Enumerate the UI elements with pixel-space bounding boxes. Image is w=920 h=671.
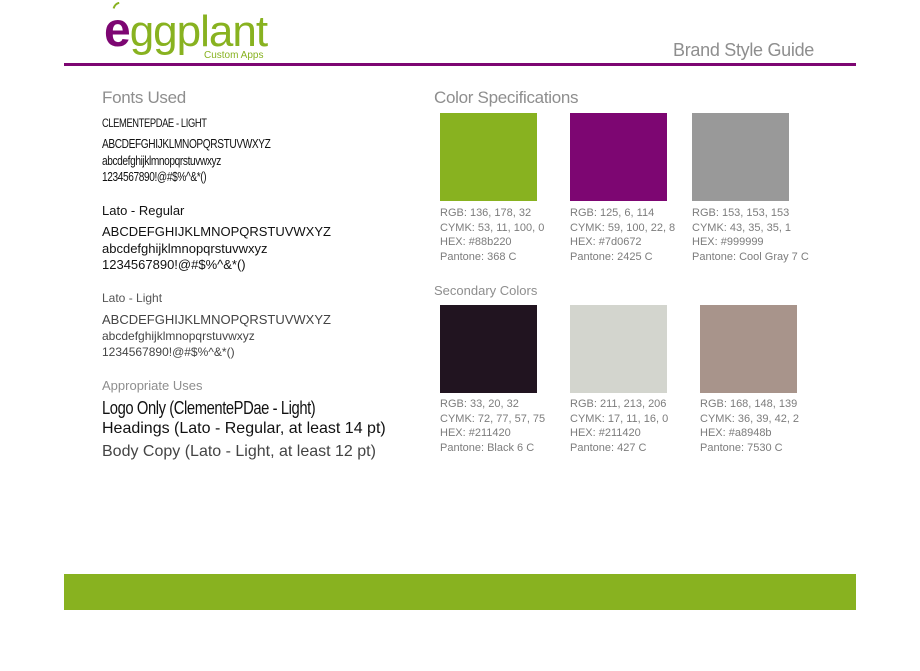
secondary-colors-title: Secondary Colors xyxy=(434,283,538,298)
color-specs: RGB: 211, 213, 206 CYMK: 17, 11, 16, 0 H… xyxy=(570,397,668,455)
rgb-value: RGB: 136, 178, 32 xyxy=(440,207,532,219)
rgb-value: RGB: 211, 213, 206 xyxy=(570,398,667,410)
fonts-section-title: Fonts Used xyxy=(102,88,186,107)
rgb-value: RGB: 153, 153, 153 xyxy=(692,207,790,219)
cymk-value: CYMK: 43, 35, 35, 1 xyxy=(692,221,792,234)
clemente-lower: abcdefghijklmnopqrstuvwxyz xyxy=(102,153,221,168)
cymk-value: CYMK: 59, 100, 22, 8 xyxy=(570,221,676,234)
hex-value: HEX: #7d0672 xyxy=(570,236,642,248)
clemente-upper: ABCDEFGHIJKLMNOPQRSTUVWXYZ xyxy=(102,136,271,151)
primary-color-card: RGB: 153, 153, 153 CYMK: 43, 35, 35, 1 H… xyxy=(692,113,809,264)
page-title: Brand Style Guide xyxy=(673,40,814,60)
hex-value: HEX: #999999 xyxy=(692,236,764,248)
clemente-numbers: 1234567890!@#$%^&*() xyxy=(102,169,207,184)
pantone-value: Pantone: Black 6 C xyxy=(440,441,535,454)
lato-light-numbers: 1234567890!@#$%^&*() xyxy=(102,345,235,359)
cymk-value: CYMK: 53, 11, 100, 0 xyxy=(440,221,545,234)
color-specs: RGB: 153, 153, 153 CYMK: 43, 35, 35, 1 H… xyxy=(692,206,809,264)
hex-value: HEX: #a8948b xyxy=(700,427,772,439)
hex-value: HEX: #211420 xyxy=(570,427,641,439)
lato-regular-upper: ABCDEFGHIJKLMNOPQRSTUVWXYZ xyxy=(102,224,331,239)
lato-light-upper: ABCDEFGHIJKLMNOPQRSTUVWXYZ xyxy=(102,312,331,327)
color-swatch xyxy=(440,113,537,201)
appropriate-uses-title: Appropriate Uses xyxy=(102,378,203,393)
rgb-value: RGB: 168, 148, 139 xyxy=(700,398,798,410)
logo-subtitle: Custom Apps xyxy=(204,50,264,61)
cymk-value: CYMK: 72, 77, 57, 75 xyxy=(440,412,546,425)
rgb-value: RGB: 33, 20, 32 xyxy=(440,398,519,410)
logo-rest: ggplant xyxy=(129,7,268,56)
lato-light-lower: abcdefghijklmnopqrstuvwxyz xyxy=(102,329,255,343)
lato-regular-numbers: 1234567890!@#$%^&*() xyxy=(102,257,246,272)
primary-color-card: RGB: 125, 6, 114 CYMK: 59, 100, 22, 8 HE… xyxy=(570,113,675,264)
color-specs: RGB: 33, 20, 32 CYMK: 72, 77, 57, 75 HEX… xyxy=(440,397,545,455)
secondary-color-card: RGB: 33, 20, 32 CYMK: 72, 77, 57, 75 HEX… xyxy=(440,305,545,455)
color-swatch xyxy=(440,305,537,393)
secondary-color-card: RGB: 211, 213, 206 CYMK: 17, 11, 16, 0 H… xyxy=(570,305,668,455)
color-section-title: Color Specifications xyxy=(434,88,579,107)
header-divider xyxy=(64,63,856,66)
pantone-value: Pantone: 7530 C xyxy=(700,441,783,454)
rgb-value: RGB: 125, 6, 114 xyxy=(570,207,655,219)
footer-bar xyxy=(64,574,856,610)
pantone-value: Pantone: 427 C xyxy=(570,441,647,454)
pantone-value: Pantone: 2425 C xyxy=(570,250,653,263)
color-specs: RGB: 136, 178, 32 CYMK: 53, 11, 100, 0 H… xyxy=(440,206,544,264)
color-specs: RGB: 125, 6, 114 CYMK: 59, 100, 22, 8 HE… xyxy=(570,206,675,264)
secondary-color-card: RGB: 168, 148, 139 CYMK: 36, 39, 42, 2 H… xyxy=(700,305,799,455)
hex-value: HEX: #211420 xyxy=(440,427,511,439)
hex-value: HEX: #88b220 xyxy=(440,236,512,248)
clemente-font-name: CLEMENTEPDAE - LIGHT xyxy=(102,116,207,130)
lato-light-name: Lato - Light xyxy=(102,291,163,305)
color-swatch xyxy=(692,113,789,201)
use-logo: Logo Only (ClementePDae - Light) xyxy=(102,398,316,418)
lato-regular-name: Lato - Regular xyxy=(102,203,185,218)
color-specs: RGB: 168, 148, 139 CYMK: 36, 39, 42, 2 H… xyxy=(700,397,799,455)
color-swatch xyxy=(570,305,667,393)
color-swatch xyxy=(570,113,667,201)
pantone-value: Pantone: 368 C xyxy=(440,250,517,263)
lato-regular-lower: abcdefghijklmnopqrstuvwxyz xyxy=(102,241,268,256)
cymk-value: CYMK: 36, 39, 42, 2 xyxy=(700,412,800,425)
pantone-value: Pantone: Cool Gray 7 C xyxy=(692,250,809,263)
primary-color-card: RGB: 136, 178, 32 CYMK: 53, 11, 100, 0 H… xyxy=(440,113,544,264)
logo-e: e xyxy=(104,4,131,57)
color-swatch xyxy=(700,305,797,393)
cymk-value: CYMK: 17, 11, 16, 0 xyxy=(570,412,669,425)
use-headings: Headings (Lato - Regular, at least 14 pt… xyxy=(102,420,386,437)
use-body: Body Copy (Lato - Light, at least 12 pt) xyxy=(102,443,376,460)
eggplant-logo: eggplant Custom Apps xyxy=(104,2,279,64)
